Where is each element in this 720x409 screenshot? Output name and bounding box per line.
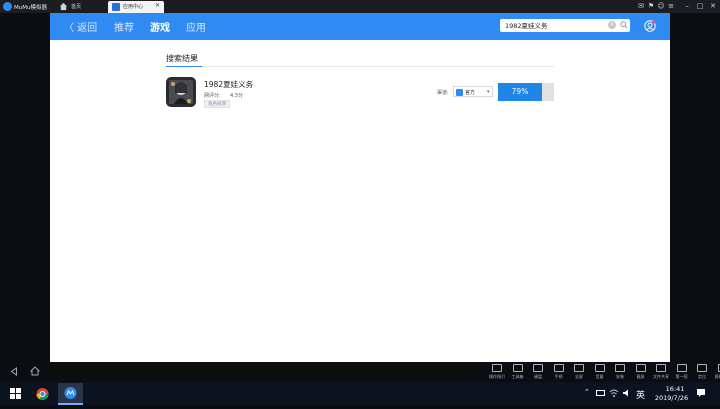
mumu-taskbar-icon[interactable]	[58, 383, 83, 405]
folder-icon	[656, 364, 666, 372]
volume-icon	[595, 364, 605, 372]
speaker-icon[interactable]	[622, 388, 632, 398]
tab-recommend[interactable]: 推荐	[114, 19, 134, 34]
app-title: MuMu模拟器	[14, 3, 47, 11]
search-value: 1982夏娃义务	[505, 20, 548, 30]
close-tab-icon[interactable]: ✕	[155, 2, 160, 9]
cursor-icon	[492, 364, 502, 372]
apk-icon	[615, 364, 625, 372]
download-progress-button[interactable]: 79%	[498, 83, 554, 101]
home-tab-label[interactable]: 首页	[71, 3, 81, 10]
android-home-icon[interactable]	[30, 366, 40, 376]
user-icon[interactable]: ☺	[656, 1, 666, 11]
channel-label: 渠道:	[437, 89, 449, 96]
chevron-down-icon: ▾	[487, 89, 490, 95]
clear-search-icon[interactable]: ×	[608, 21, 616, 29]
tray-chevron-up-icon[interactable]: ⌃	[584, 388, 590, 396]
results-title-underline	[166, 66, 202, 67]
genre-tag: 角色扮演	[204, 100, 230, 108]
keyboard-icon	[533, 364, 543, 372]
wifi-icon[interactable]	[609, 388, 619, 398]
gamepad-icon	[554, 364, 564, 372]
android-back-icon[interactable]	[10, 367, 18, 376]
tab-app-center[interactable]: 应用中心 ✕	[108, 1, 164, 13]
results-title: 搜索结果	[166, 53, 198, 64]
notification-icon[interactable]	[696, 388, 706, 398]
ime-indicator[interactable]: 英	[636, 388, 645, 401]
game-icon[interactable]	[166, 77, 196, 107]
home-icon[interactable]	[59, 2, 68, 11]
download-progress-text: 79%	[498, 83, 542, 101]
mumu-logo-icon	[3, 2, 12, 11]
emulator-titlebar: MuMu模拟器 首页 应用中心 ✕ ✉ ⚑ ☺ ≡ – □ ✕	[0, 0, 720, 13]
crop-icon	[636, 364, 646, 372]
fullscreen-icon	[574, 364, 584, 372]
channel-select[interactable]: 官方 ▾	[453, 86, 493, 97]
bell-icon[interactable]: ⚑	[646, 1, 656, 11]
chrome-taskbar-icon[interactable]	[30, 383, 55, 405]
gift-icon[interactable]: ✉	[636, 1, 646, 11]
maximize-icon[interactable]: □	[695, 1, 705, 11]
tab-apps[interactable]: 应用	[186, 19, 206, 34]
toolbox-icon	[513, 364, 523, 372]
official-channel-icon	[456, 89, 463, 96]
close-window-icon[interactable]: ✕	[708, 1, 718, 11]
emulator-toolbar: 操作指引工具箱键盘手柄全屏音量安装截屏文件共享第一视定位屏幕旋转	[0, 362, 720, 382]
account-icon[interactable]	[644, 20, 656, 32]
rating-label: 网评分:	[204, 92, 221, 99]
battery-icon[interactable]	[596, 390, 605, 396]
app-header: 〈 返回 推荐 游戏 应用 1982夏娃义务 ×	[50, 13, 670, 40]
tab-games[interactable]: 游戏	[150, 19, 170, 34]
windows-taskbar: ⌃ 英 16:41 2019/7/26	[0, 382, 720, 405]
location-icon	[697, 364, 707, 372]
toolbar-rotate-button[interactable]: 屏幕旋转	[712, 363, 720, 382]
clock-date[interactable]: 2019/7/26	[649, 394, 694, 402]
rating-value: 4.3分	[230, 92, 243, 99]
tab-app-center-label: 应用中心	[123, 3, 143, 10]
toolbar-label: 屏幕旋转	[708, 374, 720, 380]
search-input[interactable]: 1982夏娃义务 ×	[500, 19, 630, 32]
channel-value: 官方	[465, 89, 475, 96]
clock-time[interactable]: 16:41	[660, 385, 690, 393]
menu-icon[interactable]: ≡	[666, 1, 676, 11]
app-center-icon	[112, 3, 120, 11]
windows-start-icon[interactable]	[10, 388, 21, 399]
camera-icon	[677, 364, 687, 372]
game-title[interactable]: 1982夏娃义务	[204, 79, 253, 90]
minimize-icon[interactable]: –	[682, 1, 692, 11]
results-divider	[166, 66, 554, 67]
back-button[interactable]: 〈 返回	[64, 19, 97, 34]
search-icon[interactable]	[620, 21, 628, 29]
